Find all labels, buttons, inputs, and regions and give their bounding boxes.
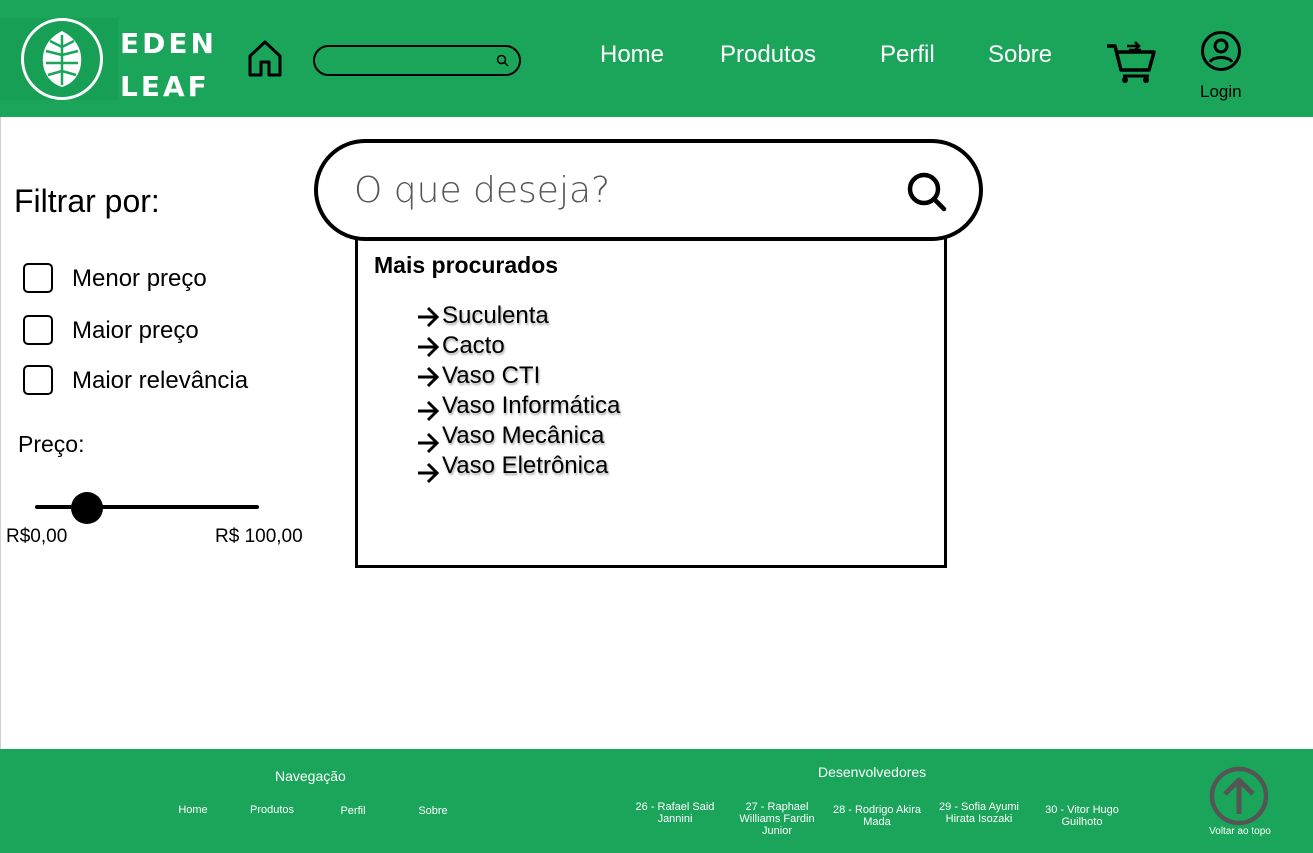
checkbox[interactable] [23,263,53,293]
suggestion-label: Vaso Mecânica [442,422,605,449]
header-search-input[interactable] [313,45,521,76]
search-suggestions-panel: Mais procurados Suculenta Cacto Vaso CTI… [355,232,947,568]
suggestions-title: Mais procurados [374,252,559,278]
filter-option-label: Menor preço [72,265,207,292]
suggestion-label: Suculenta [442,302,549,329]
main-search-input[interactable] [354,167,854,213]
user-icon[interactable] [1200,30,1242,77]
price-slider-track[interactable] [35,505,259,509]
filter-title: Filtrar por: [14,183,160,219]
cart-icon[interactable] [1105,40,1157,89]
arrow-right-icon [418,400,440,422]
footer-dev-title: Desenvolvedores [818,764,927,780]
footer-link-home[interactable]: Home [163,804,223,816]
price-label: Preço: [18,431,85,457]
arrow-right-icon [418,336,440,358]
footer: Navegação Home Produtos Perfil Sobre Des… [0,749,1313,853]
nav-sobre[interactable]: Sobre [988,41,1052,69]
price-max-label: R$ 100,00 [215,526,303,547]
developer-name: 29 - Sofia Ayumi Hirata Isozaki [939,801,1019,825]
content-border [0,117,1,749]
brand-line2: LEAF [120,70,210,103]
developer-name: 26 - Rafael Said Jannini [635,801,715,825]
filter-option-label: Maior relevância [72,367,249,394]
checkbox[interactable] [23,315,53,345]
leaf-logo-icon [21,18,103,100]
developer-name: 28 - Rodrigo Akira Mada [832,804,922,828]
footer-link-perfil[interactable]: Perfil [323,805,383,817]
footer-link-sobre[interactable]: Sobre [403,805,463,817]
arrow-up-circle-icon[interactable] [1209,766,1269,831]
arrow-right-icon [418,366,440,388]
footer-nav-title: Navegação [275,768,346,784]
home-icon[interactable] [246,38,284,83]
price-min-label: R$0,00 [6,526,68,547]
brand-name: EDEN LEAF [120,22,217,108]
search-icon[interactable] [496,54,509,67]
search-icon[interactable] [906,171,948,213]
footer-link-produtos[interactable]: Produtos [242,804,302,816]
suggestion-label: Vaso Eletrônica [442,452,609,479]
developer-name: 30 - Vitor Hugo Guilhoto [1045,804,1119,828]
suggestion-label: Vaso CTI [442,362,541,389]
nav-perfil[interactable]: Perfil [880,41,935,69]
arrow-right-icon [418,306,440,328]
price-slider-handle[interactable] [70,492,103,524]
arrow-right-icon [418,432,440,454]
nav-home[interactable]: Home [600,41,664,69]
logo[interactable] [0,18,118,100]
login-link[interactable]: Login [1200,82,1242,102]
header: EDEN LEAF Home Produtos Perfil Sobre Log… [0,0,1313,117]
suggestion-label: Vaso Informática [442,392,621,419]
suggestion-label: Cacto [442,332,505,359]
arrow-right-icon [418,462,440,484]
main-search-bar [314,139,983,241]
checkbox[interactable] [23,365,53,395]
developer-name: 27 - Raphael Williams Fardin Junior [739,801,815,837]
brand-line1: EDEN [120,27,217,60]
nav-produtos[interactable]: Produtos [720,41,816,69]
filter-option-label: Maior preço [72,317,199,344]
